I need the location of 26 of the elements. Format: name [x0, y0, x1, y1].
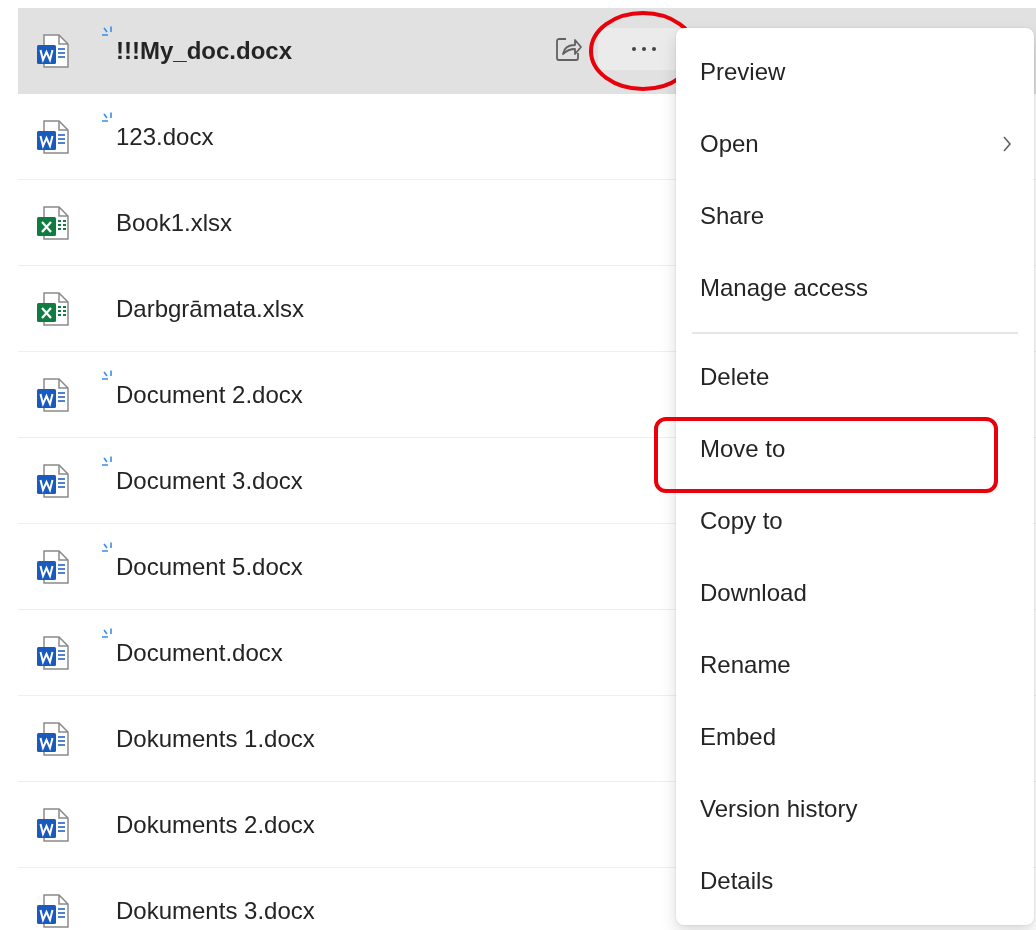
- file-name[interactable]: !!!My_doc.docx: [116, 36, 292, 65]
- file-name[interactable]: Document 3.docx: [116, 466, 303, 495]
- word-file-icon: [34, 633, 72, 672]
- menu-item[interactable]: Share: [676, 180, 1034, 252]
- file-name[interactable]: 123.docx: [116, 122, 214, 151]
- menu-item[interactable]: Open: [676, 108, 1034, 180]
- menu-item[interactable]: Embed: [676, 701, 1034, 773]
- word-file-icon: [34, 547, 72, 586]
- word-file-icon: [34, 805, 72, 844]
- more-icon: [630, 46, 658, 52]
- file-name[interactable]: Dokuments 3.docx: [116, 896, 315, 925]
- file-name[interactable]: Book1.xlsx: [116, 208, 233, 237]
- file-name[interactable]: Document 2.docx: [116, 380, 303, 409]
- word-file-icon: [34, 31, 72, 70]
- file-name[interactable]: Darbgrāmata.xlsx: [116, 294, 305, 323]
- word-file-icon: [34, 461, 72, 500]
- excel-file-icon: [34, 289, 72, 328]
- word-file-icon: [34, 375, 72, 414]
- file-name[interactable]: Document 5.docx: [116, 552, 303, 581]
- word-file-icon: [34, 117, 72, 156]
- file-name[interactable]: Document.docx: [116, 638, 283, 667]
- word-file-icon: [34, 719, 72, 758]
- excel-file-icon: [34, 203, 72, 242]
- word-file-icon: [34, 891, 72, 930]
- file-name[interactable]: Dokuments 1.docx: [116, 724, 315, 753]
- file-name[interactable]: Dokuments 2.docx: [116, 810, 315, 839]
